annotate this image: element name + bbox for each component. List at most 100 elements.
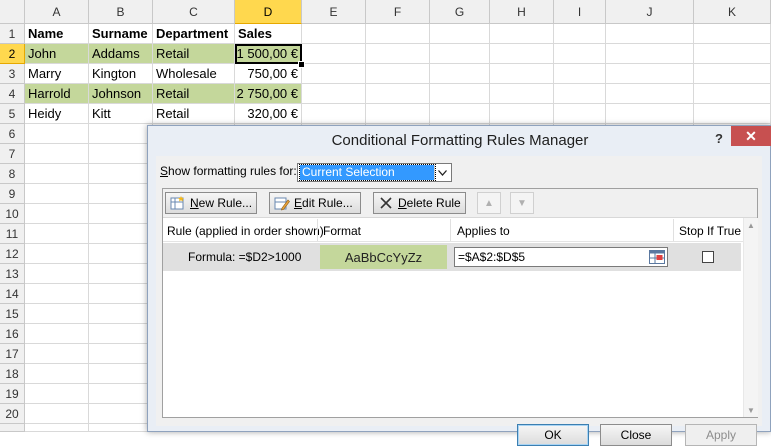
stop-if-true-checkbox[interactable]	[702, 251, 714, 263]
cell-b1[interactable]: Surname	[89, 24, 153, 44]
empty-cell[interactable]	[25, 384, 89, 404]
empty-cell[interactable]	[89, 284, 153, 304]
applies-to-input[interactable]: =$A$2:$D$5	[454, 247, 668, 267]
cell-b5[interactable]: Kitt	[89, 104, 153, 124]
row-header-5[interactable]: 5	[0, 104, 25, 124]
empty-cell[interactable]	[25, 164, 89, 184]
empty-cell[interactable]	[89, 244, 153, 264]
empty-cell[interactable]	[302, 64, 366, 84]
empty-cell[interactable]	[89, 204, 153, 224]
row-header-1[interactable]: 1	[0, 24, 25, 44]
row-header-18[interactable]: 18	[0, 364, 25, 384]
empty-cell[interactable]	[554, 64, 606, 84]
help-button[interactable]: ?	[709, 128, 729, 148]
rule-row[interactable]: Formula: =$D2>1000 AaBbCcYyZz =$A$2:$D$5	[163, 243, 741, 271]
row-header-13[interactable]: 13	[0, 264, 25, 284]
empty-cell[interactable]	[606, 24, 694, 44]
empty-cell[interactable]	[302, 84, 366, 104]
cell-a5[interactable]: Heidy	[25, 104, 89, 124]
empty-cell[interactable]	[490, 44, 554, 64]
ok-button[interactable]: OK	[517, 424, 589, 446]
empty-cell[interactable]	[25, 184, 89, 204]
row-header-14[interactable]: 14	[0, 284, 25, 304]
row-header-4[interactable]: 4	[0, 84, 25, 104]
cell-c1[interactable]: Department	[153, 24, 235, 44]
column-header-e[interactable]: E	[302, 0, 366, 24]
cell-a3[interactable]: Marry	[25, 64, 89, 84]
empty-cell[interactable]	[302, 44, 366, 64]
cell-d3[interactable]: 750,00 €	[235, 64, 302, 84]
empty-cell[interactable]	[694, 44, 771, 64]
edit-rule-button[interactable]: Edit Rule...	[269, 192, 361, 214]
empty-cell[interactable]	[89, 184, 153, 204]
empty-cell[interactable]	[25, 344, 89, 364]
empty-cell[interactable]	[554, 84, 606, 104]
column-header-i[interactable]: I	[554, 0, 606, 24]
empty-cell[interactable]	[25, 244, 89, 264]
empty-cell[interactable]	[25, 204, 89, 224]
cell-a1[interactable]: Name	[25, 24, 89, 44]
empty-cell[interactable]	[554, 24, 606, 44]
column-header-k[interactable]: K	[694, 0, 771, 24]
column-header-c[interactable]: C	[153, 0, 235, 24]
empty-cell[interactable]	[25, 124, 89, 144]
cell-c2[interactable]: Retail	[153, 44, 235, 64]
cell-a4[interactable]: Harrold	[25, 84, 89, 104]
empty-cell[interactable]	[25, 404, 89, 424]
chevron-down-icon[interactable]	[434, 165, 450, 180]
cell-b3[interactable]: Kington	[89, 64, 153, 84]
empty-cell[interactable]	[89, 224, 153, 244]
row-header-15[interactable]: 15	[0, 304, 25, 324]
empty-cell[interactable]	[554, 104, 606, 124]
row-header-9[interactable]: 9	[0, 184, 25, 204]
column-header-g[interactable]: G	[430, 0, 490, 24]
empty-cell[interactable]	[25, 144, 89, 164]
empty-cell[interactable]	[302, 24, 366, 44]
cell-d1[interactable]: Sales	[235, 24, 302, 44]
empty-cell[interactable]	[25, 364, 89, 384]
scope-dropdown[interactable]: Current Selection	[297, 163, 452, 182]
row-header-19[interactable]: 19	[0, 384, 25, 404]
empty-cell[interactable]	[89, 304, 153, 324]
empty-cell[interactable]	[366, 84, 430, 104]
row-header-7[interactable]: 7	[0, 144, 25, 164]
row-header-17[interactable]: 17	[0, 344, 25, 364]
empty-cell[interactable]	[430, 104, 490, 124]
empty-cell[interactable]	[89, 384, 153, 404]
empty-cell[interactable]	[366, 44, 430, 64]
cell-c4[interactable]: Retail	[153, 84, 235, 104]
select-all-corner[interactable]	[0, 0, 25, 24]
cell-b2[interactable]: Addams	[89, 44, 153, 64]
apply-button[interactable]: Apply	[685, 424, 757, 446]
scroll-up-icon[interactable]: ▲	[744, 218, 758, 232]
cell-d4[interactable]: 2 750,00 €	[235, 84, 302, 104]
new-rule-button[interactable]: New Rule...	[165, 192, 257, 214]
row-header-6[interactable]: 6	[0, 124, 25, 144]
row-header-8[interactable]: 8	[0, 164, 25, 184]
range-select-icon[interactable]	[648, 249, 666, 265]
empty-cell[interactable]	[430, 64, 490, 84]
empty-cell[interactable]	[25, 284, 89, 304]
empty-cell[interactable]	[366, 64, 430, 84]
row-header-10[interactable]: 10	[0, 204, 25, 224]
column-header-h[interactable]: H	[490, 0, 554, 24]
empty-cell[interactable]	[490, 64, 554, 84]
empty-cell[interactable]	[25, 424, 89, 432]
fill-handle[interactable]	[298, 61, 305, 68]
move-up-button[interactable]: ▲	[477, 192, 501, 214]
empty-cell[interactable]	[606, 64, 694, 84]
empty-cell[interactable]	[554, 44, 606, 64]
cell-c3[interactable]: Wholesale	[153, 64, 235, 84]
scroll-down-icon[interactable]: ▼	[744, 403, 758, 417]
empty-cell[interactable]	[89, 324, 153, 344]
column-header-b[interactable]: B	[89, 0, 153, 24]
empty-cell[interactable]	[490, 24, 554, 44]
empty-cell[interactable]	[490, 104, 554, 124]
empty-cell[interactable]	[606, 84, 694, 104]
row-header-2[interactable]: 2	[0, 44, 25, 64]
column-header-d[interactable]: D	[235, 0, 302, 24]
row-header-20[interactable]: 20	[0, 404, 25, 424]
row-header-3[interactable]: 3	[0, 64, 25, 84]
empty-cell[interactable]	[302, 104, 366, 124]
empty-cell[interactable]	[89, 364, 153, 384]
